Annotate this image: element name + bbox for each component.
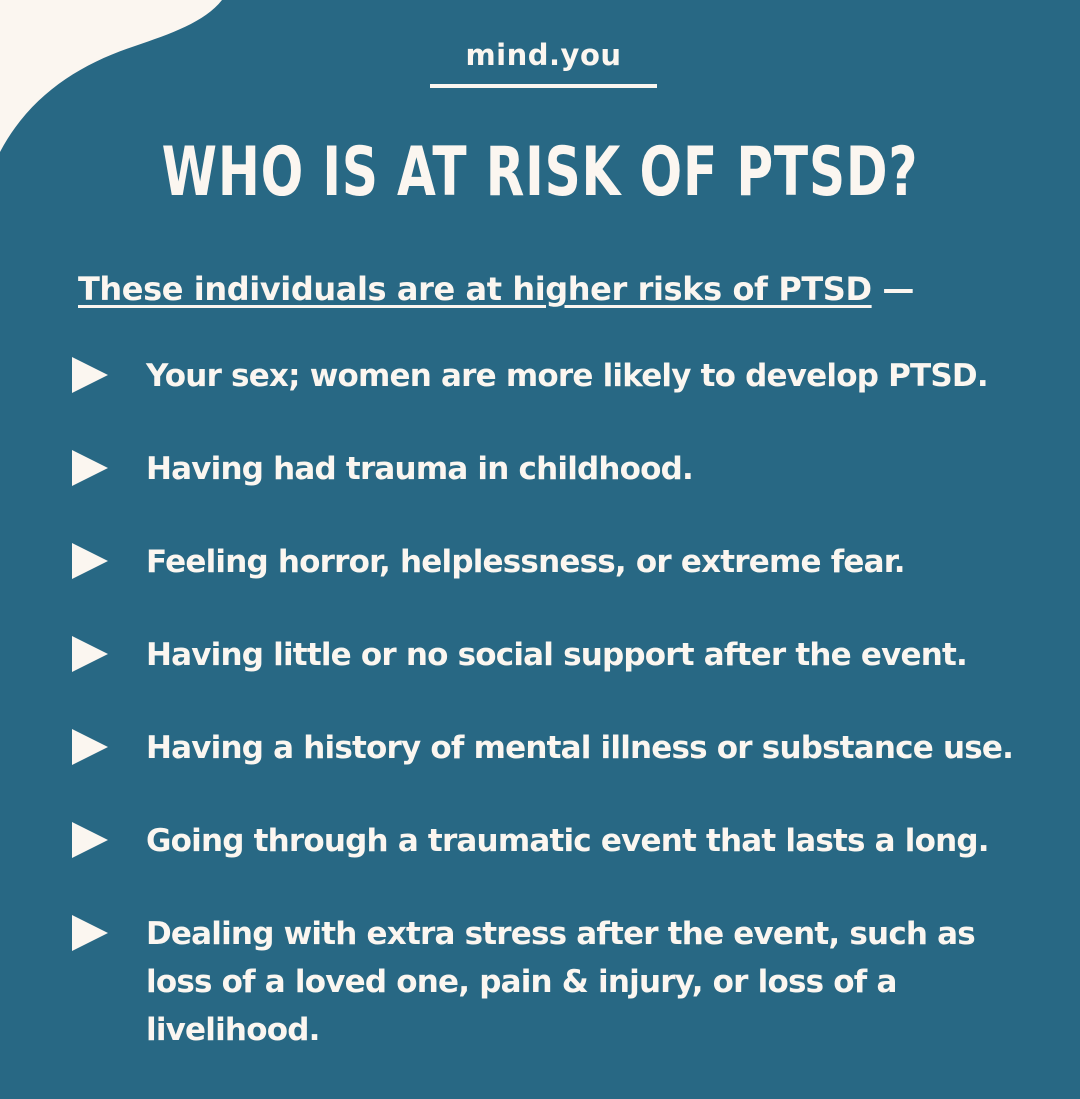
list-item: Having had trauma in childhood. [72, 445, 1032, 493]
brand-name: mind.you [465, 38, 622, 72]
triangle-right-icon [72, 729, 108, 765]
risk-factor-text: Your sex; women are more likely to devel… [146, 358, 989, 394]
triangle-right-icon [72, 357, 108, 393]
risk-factor-text: Having a history of mental illness or su… [146, 730, 1014, 766]
risk-factor-text: Having little or no social support after… [146, 637, 968, 673]
intro-text: These individuals are at higher risks of… [78, 270, 872, 308]
risk-factor-text: Having had trauma in childhood. [146, 451, 694, 487]
risk-factor-list: Your sex; women are more likely to devel… [72, 352, 1032, 1099]
risk-factor-text: Dealing with extra stress after the even… [146, 916, 976, 1048]
intro-dash: — [871, 270, 914, 308]
intro-line: These individuals are at higher risks of… [78, 270, 914, 308]
list-item: Your sex; women are more likely to devel… [72, 352, 1032, 400]
risk-factor-text: Going through a traumatic event that las… [146, 823, 990, 859]
list-item: Having a history of mental illness or su… [72, 724, 1032, 772]
triangle-right-icon [72, 822, 108, 858]
page-title: WHO IS AT RISK OF PTSD? [161, 133, 919, 212]
list-item: Feeling horror, helplessness, or extreme… [72, 538, 1032, 586]
list-item: Going through a traumatic event that las… [72, 817, 1032, 865]
triangle-right-icon [72, 915, 108, 951]
triangle-right-icon [72, 543, 108, 579]
brand-underline [430, 84, 657, 88]
list-item: Having little or no social support after… [72, 631, 1032, 679]
triangle-right-icon [72, 636, 108, 672]
risk-factor-text: Feeling horror, helplessness, or extreme… [146, 544, 906, 580]
list-item: Dealing with extra stress after the even… [72, 910, 1032, 1054]
triangle-right-icon [72, 450, 108, 486]
